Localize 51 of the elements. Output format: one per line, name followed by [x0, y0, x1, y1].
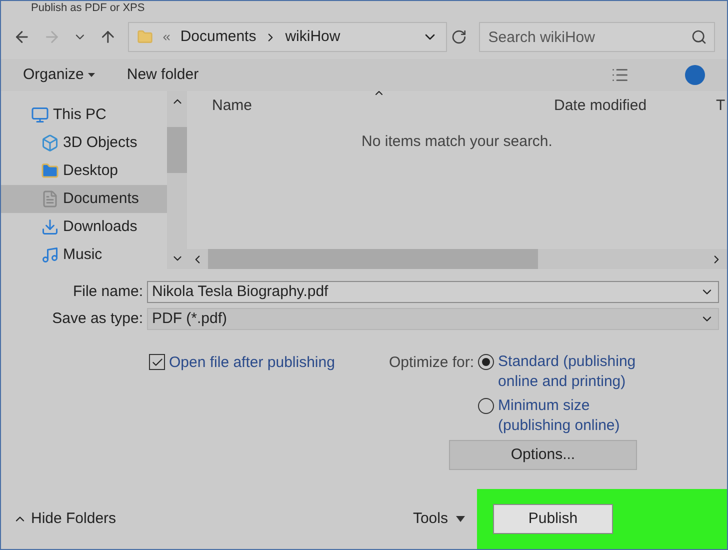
- download-icon: [41, 218, 59, 236]
- column-header[interactable]: Date modified: [554, 94, 716, 117]
- radio-label[interactable]: Standard (publishing online and printing): [498, 352, 638, 392]
- breadcrumb-overflow-icon[interactable]: [161, 32, 172, 42]
- caret-icon: [88, 73, 95, 77]
- refresh-icon[interactable]: [451, 29, 468, 45]
- organize-button[interactable]: Organize: [23, 64, 95, 86]
- music-note-icon: [41, 246, 59, 264]
- scrollbar-thumb[interactable]: [167, 127, 187, 173]
- breadcrumb-item[interactable]: wikiHow: [285, 26, 340, 48]
- computer-icon: [31, 106, 49, 124]
- options-button[interactable]: Options...: [449, 440, 637, 470]
- caret-icon: [456, 516, 465, 522]
- checkbox-label[interactable]: Open file after publishing: [169, 352, 335, 374]
- radio-button[interactable]: [478, 354, 494, 370]
- tools-button[interactable]: Tools: [412, 508, 465, 530]
- column-header[interactable]: Name: [187, 94, 554, 117]
- checkbox[interactable]: [149, 354, 165, 370]
- search-field[interactable]: Search wikiHow: [479, 22, 715, 52]
- sidebar-item[interactable]: Downloads: [1, 213, 167, 241]
- hide-folders-button[interactable]: Hide Folders: [13, 508, 116, 530]
- sidebar-item[interactable]: This PC: [1, 101, 167, 129]
- scrollbar[interactable]: [167, 91, 187, 269]
- column-header[interactable]: T: [716, 94, 726, 117]
- folder-icon: [137, 29, 154, 45]
- window-title: Publish as PDF or XPS: [31, 2, 145, 14]
- search-icon[interactable]: [691, 29, 707, 45]
- field-label: Save as type:: [51, 308, 144, 328]
- file-type-dropdown[interactable]: PDF (*.pdf): [147, 308, 719, 330]
- scrollbar-thumb[interactable]: [208, 249, 538, 269]
- document-icon: [41, 190, 59, 208]
- horizontal-scrollbar[interactable]: [187, 249, 727, 269]
- sidebar-item[interactable]: 3D Objects: [1, 129, 167, 157]
- field-label: File name:: [72, 282, 144, 302]
- sidebar-item[interactable]: Documents: [1, 185, 167, 213]
- file-name-field[interactable]: Nikola Tesla Biography.pdf: [147, 281, 719, 304]
- sidebar-item[interactable]: Desktop: [1, 157, 167, 185]
- breadcrumb-item[interactable]: Documents: [180, 26, 256, 48]
- check-icon: [150, 356, 164, 368]
- radio-label[interactable]: Minimum size (publishing online): [498, 396, 638, 436]
- radio-button[interactable]: [478, 398, 494, 414]
- sidebar-item[interactable]: Music: [1, 241, 167, 269]
- empty-message: No items match your search.: [362, 132, 552, 152]
- optimize-label: Optimize for:: [389, 353, 474, 373]
- address-bar[interactable]: Documents wikiHow: [128, 22, 448, 52]
- cube-icon: [41, 134, 59, 152]
- back-icon[interactable]: [13, 28, 31, 46]
- view-options-icon[interactable]: [611, 66, 629, 84]
- publish-button[interactable]: Publish: [493, 504, 613, 534]
- folder-icon: [41, 162, 59, 180]
- new-folder-button[interactable]: New folder: [126, 64, 199, 86]
